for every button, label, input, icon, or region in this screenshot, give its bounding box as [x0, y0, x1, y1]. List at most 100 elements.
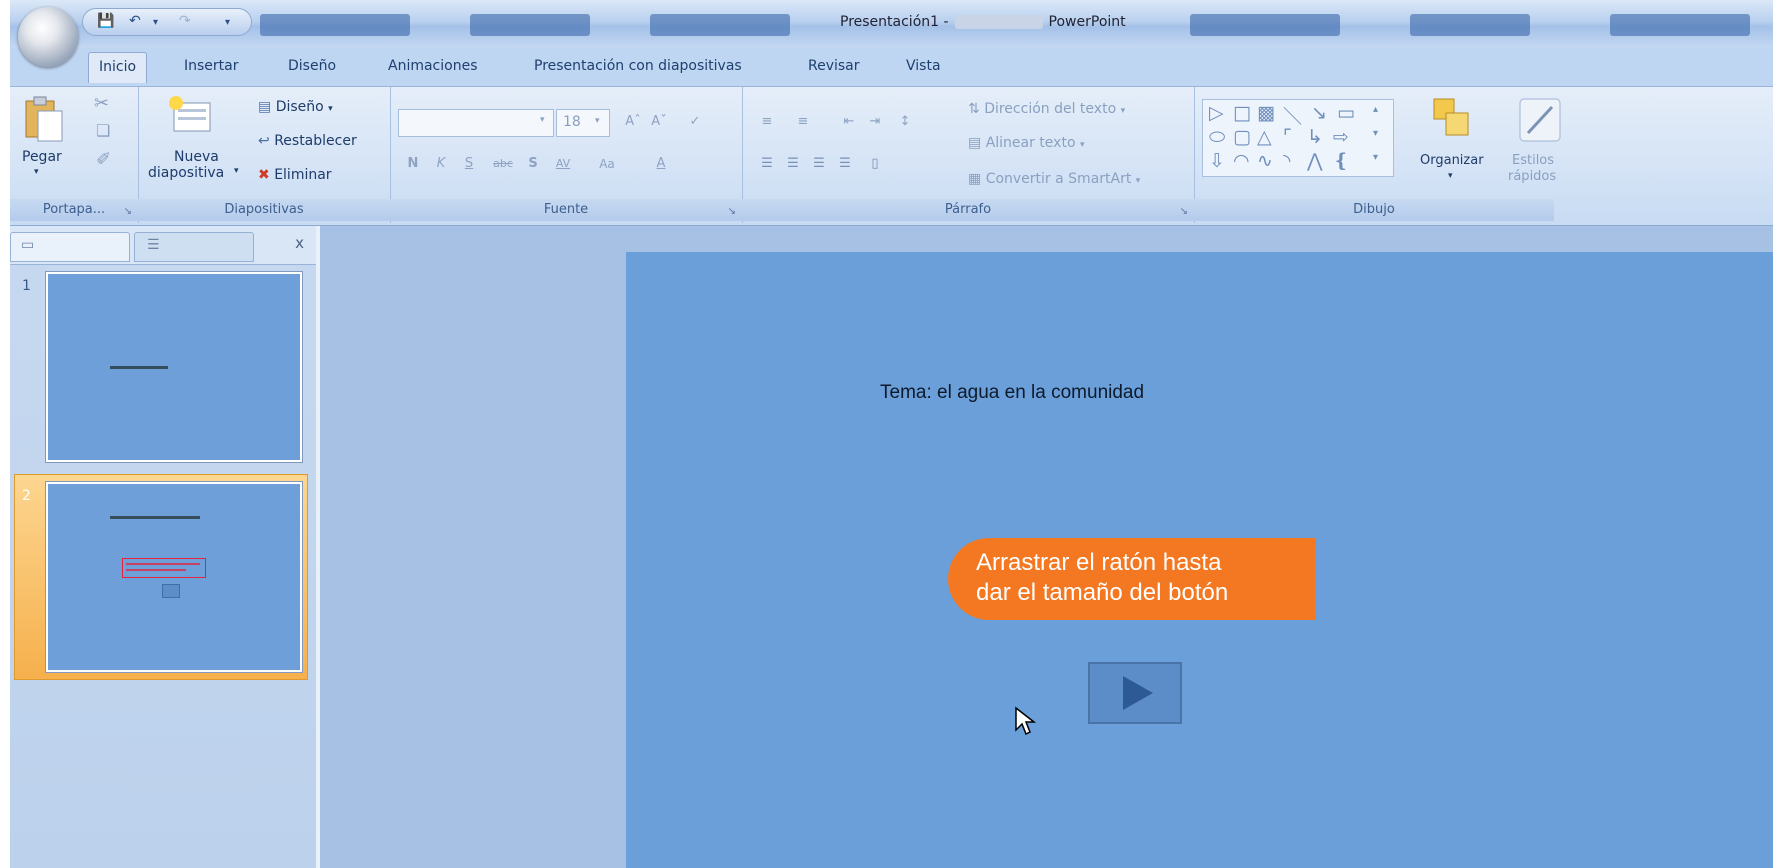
- grow-font-icon[interactable]: Aˆ: [622, 111, 644, 133]
- reset-button[interactable]: ↩ Restablecer: [258, 133, 357, 149]
- convert-smartart-button[interactable]: ▦ Convertir a SmartArt ▾: [968, 171, 1140, 187]
- shape-arc-icon[interactable]: ◝: [1283, 150, 1290, 172]
- bullets-icon[interactable]: ≡: [756, 111, 778, 133]
- fuente-launcher-icon[interactable]: ↘: [728, 206, 736, 217]
- layout-button[interactable]: ▤ Diseño ▾: [258, 99, 333, 115]
- char-spacing-button[interactable]: AV: [552, 153, 574, 175]
- office-button[interactable]: [18, 7, 78, 67]
- slide-canvas[interactable]: Tema: el agua en la comunidad Arrastrar …: [626, 252, 1773, 868]
- quick-styles-label-2[interactable]: rápidos: [1508, 169, 1556, 184]
- text-direction-button[interactable]: ⇅ Dirección del texto ▾: [968, 101, 1125, 117]
- gallery-scroll-up-icon[interactable]: ▴: [1373, 104, 1378, 115]
- copy-icon[interactable]: ❏: [96, 121, 110, 140]
- cut-icon[interactable]: ✂: [94, 93, 109, 114]
- slide-number-1: 1: [22, 278, 31, 294]
- shape-triangle-icon[interactable]: △: [1257, 126, 1272, 148]
- tab-diseno[interactable]: Diseño: [288, 58, 336, 74]
- parrafo-launcher-icon[interactable]: ↘: [1180, 206, 1188, 217]
- tab-presentacion[interactable]: Presentación con diapositivas: [534, 58, 742, 74]
- slide-title-text[interactable]: Tema: el agua en la comunidad: [880, 382, 1144, 404]
- redacted-username: [954, 15, 1043, 29]
- arrange-icon[interactable]: [1430, 95, 1474, 141]
- text-shadow-button[interactable]: S: [522, 153, 544, 175]
- tab-revisar[interactable]: Revisar: [808, 58, 860, 74]
- redo-icon[interactable]: ↷: [179, 13, 191, 29]
- arrange-label[interactable]: Organizar: [1420, 153, 1484, 168]
- paste-dropdown-icon[interactable]: ▾: [34, 167, 39, 177]
- shapes-gallery[interactable]: ▷ □ ▩ ＼ ↘ ▭ ⬭ ▢ △ ⌜ ↳ ⇨ ⇩ ◠ ∿ ◝ ⋀ ❴ ▴ ▾: [1202, 99, 1394, 177]
- shape-right-arrow-icon[interactable]: ⇨: [1333, 126, 1349, 148]
- numbering-icon[interactable]: ≡: [792, 111, 814, 133]
- shrink-font-icon[interactable]: Aˇ: [648, 111, 670, 133]
- customize-qat-icon[interactable]: ▾: [225, 17, 230, 28]
- bold-button[interactable]: N: [402, 153, 424, 175]
- slide-thumbnail-2[interactable]: [45, 481, 303, 673]
- shape-rounded-rect-icon[interactable]: ▢: [1233, 126, 1251, 148]
- strikethrough-button[interactable]: abc: [488, 153, 518, 175]
- slides-tab[interactable]: ▭: [10, 232, 130, 262]
- tab-inicio[interactable]: Inicio: [88, 52, 148, 83]
- portapapeles-launcher-icon[interactable]: ↘: [124, 206, 132, 217]
- gallery-scroll-down-icon[interactable]: ▾: [1373, 128, 1378, 139]
- paste-icon[interactable]: [22, 93, 66, 143]
- align-text-button[interactable]: ▤ Alinear texto ▾: [968, 135, 1085, 151]
- align-right-icon[interactable]: ☰: [808, 153, 830, 175]
- slide-number-2: 2: [22, 488, 31, 504]
- text-direction-icon: ⇅: [968, 101, 980, 117]
- undo-dropdown-icon[interactable]: ▾: [153, 17, 158, 28]
- shape-curve-icon[interactable]: ⋀: [1307, 150, 1323, 172]
- shape-elbow-icon[interactable]: ⌜: [1283, 126, 1292, 148]
- shape-down-arrow-icon[interactable]: ⇩: [1209, 150, 1225, 172]
- slide-thumbnail-1[interactable]: [45, 271, 303, 463]
- tab-animaciones[interactable]: Animaciones: [388, 58, 478, 74]
- italic-button[interactable]: K: [430, 153, 452, 175]
- thumbnail-2-title: [110, 516, 200, 519]
- shape-arrow-line-icon[interactable]: ↘: [1311, 102, 1327, 124]
- tab-insertar[interactable]: Insertar: [184, 58, 239, 74]
- new-slide-label-2[interactable]: diapositiva: [148, 165, 224, 181]
- close-pane-button[interactable]: x: [295, 234, 304, 252]
- line-spacing-icon[interactable]: ↕: [894, 111, 916, 133]
- clear-formatting-icon[interactable]: ✓: [684, 111, 706, 133]
- decrease-indent-icon[interactable]: ⇤: [838, 111, 860, 133]
- smartart-icon: ▦: [968, 171, 982, 187]
- shape-freeform-icon[interactable]: ◠: [1233, 150, 1250, 172]
- justify-icon[interactable]: ☰: [834, 153, 856, 175]
- title-bar: Presentación1 - PowerPoint: [10, 0, 1773, 48]
- shape-callout-icon[interactable]: □: [1233, 102, 1251, 124]
- shape-line-icon[interactable]: ＼: [1283, 102, 1302, 129]
- font-size-dropdown[interactable]: 18 ▾: [556, 109, 610, 137]
- font-name-dropdown-icon[interactable]: ▾: [540, 115, 545, 125]
- format-painter-icon[interactable]: ✐: [96, 149, 111, 170]
- tab-vista[interactable]: Vista: [906, 58, 941, 74]
- quick-styles-icon[interactable]: [1518, 97, 1564, 145]
- shape-brace-icon[interactable]: ❴: [1333, 150, 1349, 172]
- shape-rectangle-icon[interactable]: ▭: [1337, 102, 1355, 124]
- save-icon[interactable]: 💾: [97, 13, 114, 29]
- outline-tab[interactable]: ☰: [134, 232, 254, 262]
- new-slide-label-1[interactable]: Nueva: [174, 149, 219, 165]
- group-portapapeles: Pegar ▾ ✂ ❏ ✐ Portapa... ↘: [10, 87, 139, 223]
- quick-styles-label-1[interactable]: Estilos: [1512, 153, 1554, 168]
- new-slide-dropdown-icon[interactable]: ▾: [234, 166, 239, 176]
- align-left-icon[interactable]: ☰: [756, 153, 778, 175]
- font-color-button[interactable]: A: [650, 153, 672, 175]
- increase-indent-icon[interactable]: ⇥: [864, 111, 886, 133]
- shape-oval-icon[interactable]: ⬭: [1209, 126, 1225, 148]
- font-name-dropdown[interactable]: [398, 109, 554, 137]
- undo-icon[interactable]: ↶: [129, 13, 141, 29]
- new-slide-icon[interactable]: [168, 95, 214, 135]
- shape-rect-icon[interactable]: ▩: [1257, 102, 1275, 124]
- align-center-icon[interactable]: ☰: [782, 153, 804, 175]
- action-button-forward[interactable]: [1088, 662, 1182, 724]
- paste-label[interactable]: Pegar: [22, 149, 62, 165]
- underline-button[interactable]: S: [458, 153, 480, 175]
- gallery-more-icon[interactable]: ▾: [1373, 152, 1378, 163]
- shape-elbow-arrow-icon[interactable]: ↳: [1307, 126, 1323, 148]
- columns-icon[interactable]: ▯: [864, 153, 886, 175]
- shape-textbox-icon[interactable]: ▷: [1209, 102, 1224, 124]
- delete-slide-button[interactable]: ✖ Eliminar: [258, 167, 332, 183]
- change-case-button[interactable]: Aa: [596, 153, 618, 175]
- arrange-dropdown-icon[interactable]: ▾: [1448, 171, 1453, 181]
- shape-scribble-icon[interactable]: ∿: [1257, 150, 1273, 172]
